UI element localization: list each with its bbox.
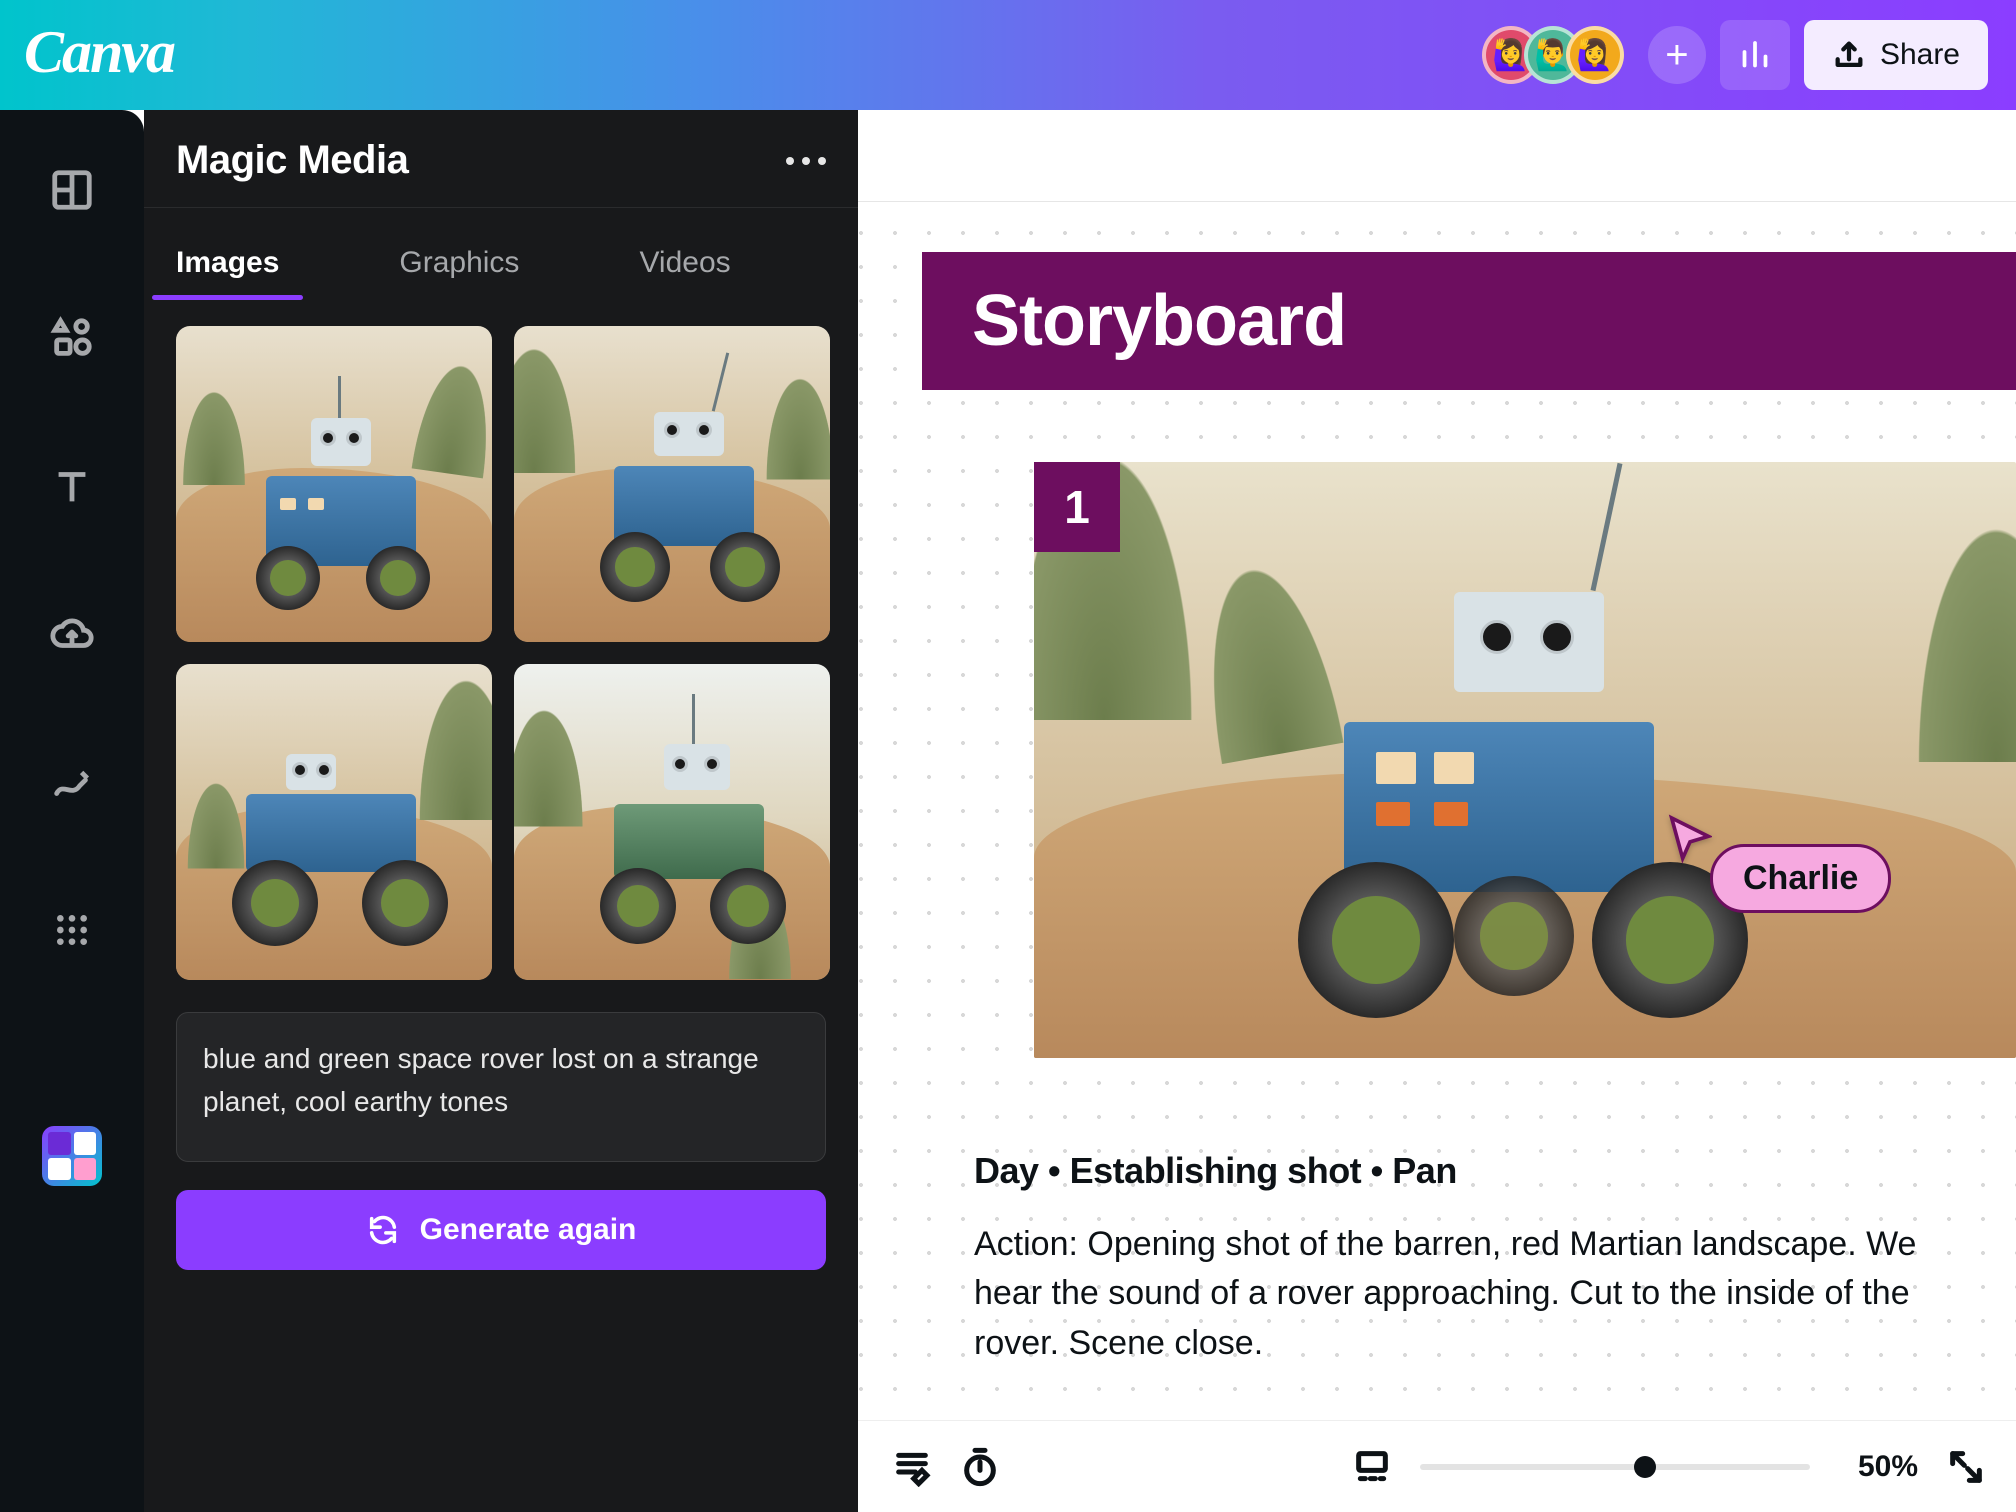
generated-image[interactable] <box>176 664 492 980</box>
shot-metadata[interactable]: Day • Establishing shot • Pan <box>974 1150 1457 1192</box>
tab-images[interactable]: Images <box>176 234 279 298</box>
fullscreen-icon[interactable] <box>1946 1447 1986 1487</box>
magic-media-panel: Magic Media Images Graphics Videos <box>144 110 858 1512</box>
zoom-handle[interactable] <box>1634 1456 1656 1478</box>
pages-view-icon[interactable] <box>1352 1447 1392 1487</box>
prompt-input[interactable]: blue and green space rover lost on a str… <box>176 1012 826 1162</box>
regenerate-icon <box>366 1213 400 1247</box>
generated-image[interactable] <box>176 326 492 642</box>
generated-image[interactable] <box>514 326 830 642</box>
generate-again-button[interactable]: Generate again <box>176 1190 826 1270</box>
cursor-icon <box>1668 814 1712 866</box>
collaborator-cursor: Charlie <box>1668 814 1891 913</box>
media-type-tabs: Images Graphics Videos <box>144 234 858 298</box>
app-header: Canva 🙋‍♀️ 🙋‍♂️ 🙋‍♀️ + Share <box>0 0 2016 110</box>
cloud-upload-icon <box>49 611 95 657</box>
frame-number-badge: 1 <box>1034 462 1120 552</box>
analytics-button[interactable] <box>1720 20 1790 90</box>
share-button[interactable]: Share <box>1804 20 1988 90</box>
timer-icon[interactable] <box>960 1447 1000 1487</box>
header-actions: 🙋‍♀️ 🙋‍♂️ 🙋‍♀️ + Share <box>1482 20 1988 90</box>
prompt-text: blue and green space rover lost on a str… <box>203 1037 799 1124</box>
panel-more-button[interactable] <box>786 157 826 165</box>
zoom-slider[interactable] <box>1420 1464 1810 1470</box>
panel-title: Magic Media <box>176 138 408 183</box>
text-button[interactable] <box>44 458 100 514</box>
panel-header: Magic Media <box>144 128 858 208</box>
generate-label: Generate again <box>420 1213 637 1247</box>
shot-action-text[interactable]: Action: Opening shot of the barren, red … <box>974 1220 1976 1368</box>
bar-chart-icon <box>1737 37 1773 73</box>
design-canvas-area: Storyboard <box>858 110 2016 1512</box>
tab-videos[interactable]: Videos <box>639 234 730 298</box>
collaborator-avatars[interactable]: 🙋‍♀️ 🙋‍♂️ 🙋‍♀️ <box>1482 26 1624 84</box>
apps-button[interactable] <box>44 902 100 958</box>
draw-button[interactable] <box>44 754 100 810</box>
tool-rail <box>0 110 144 1512</box>
text-icon <box>49 463 95 509</box>
storyboard-title-bar[interactable]: Storyboard <box>922 252 2016 390</box>
tab-graphics[interactable]: Graphics <box>399 234 519 298</box>
storyboard-frame-image[interactable] <box>1034 462 2016 1058</box>
uploads-button[interactable] <box>44 606 100 662</box>
canvas-footer: 50% <box>858 1420 2016 1512</box>
upload-icon <box>1832 38 1866 72</box>
zoom-value[interactable]: 50% <box>1858 1450 1918 1484</box>
generated-image[interactable] <box>514 664 830 980</box>
shapes-icon <box>49 315 95 361</box>
canvas-toolbar <box>858 110 2016 202</box>
generated-images-grid <box>144 298 858 980</box>
elements-button[interactable] <box>44 310 100 366</box>
templates-button[interactable] <box>44 162 100 218</box>
share-label: Share <box>1880 38 1960 72</box>
add-collaborator-button[interactable]: + <box>1648 26 1706 84</box>
canva-logo[interactable]: Canva <box>24 22 174 88</box>
notes-icon[interactable] <box>892 1447 932 1487</box>
layout-icon <box>49 167 95 213</box>
canvas-viewport[interactable]: Storyboard <box>858 202 2016 1512</box>
magic-media-app-button[interactable] <box>42 1126 102 1186</box>
collaborator-name-badge: Charlie <box>1710 844 1891 913</box>
avatar[interactable]: 🙋‍♀️ <box>1566 26 1624 84</box>
apps-grid-icon <box>52 910 92 950</box>
draw-icon <box>49 759 95 805</box>
storyboard-title: Storyboard <box>972 280 1346 362</box>
